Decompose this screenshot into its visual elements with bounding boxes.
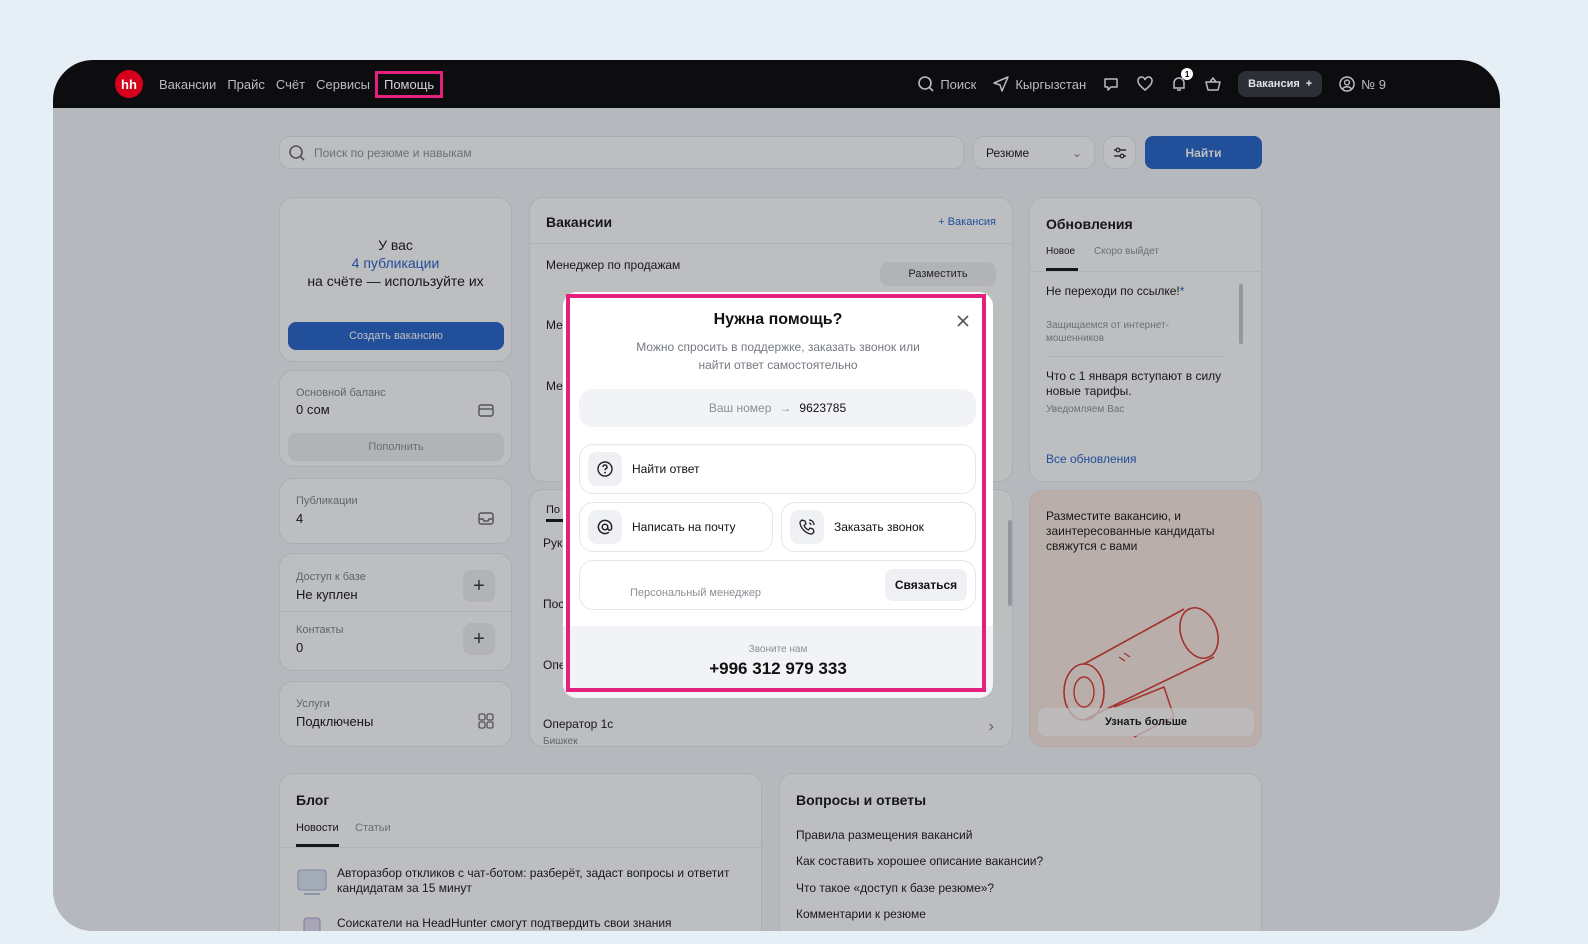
bell-icon[interactable]: 1 bbox=[1170, 68, 1194, 93]
find-answer-button[interactable]: Найти ответ bbox=[579, 444, 976, 494]
notification-badge: 1 bbox=[1181, 68, 1194, 80]
user-icon bbox=[1338, 75, 1356, 93]
nav-search-label: Поиск bbox=[940, 76, 977, 92]
modal-title: Нужна помощь? bbox=[713, 311, 843, 328]
nav-profile[interactable]: № 9 bbox=[1338, 75, 1386, 93]
question-circle-icon bbox=[588, 452, 622, 486]
cart-icon[interactable] bbox=[1204, 75, 1222, 93]
hotline-footer: Звоните нам +996 312 979 333 bbox=[563, 626, 993, 698]
arrow-right-icon: → bbox=[779, 401, 792, 415]
call-us-label: Звоните нам bbox=[748, 644, 808, 655]
main-nav: Вакансии Прайс Счёт Сервисы Помощь bbox=[159, 60, 444, 108]
close-icon[interactable] bbox=[955, 313, 971, 329]
nav-help[interactable]: Помощь bbox=[374, 70, 444, 98]
new-vacancy-label: Вакансия bbox=[1248, 78, 1300, 90]
email-support-button[interactable]: Написать на почту bbox=[579, 502, 773, 552]
email-label: Написать на почту bbox=[632, 520, 736, 534]
callback-label: Заказать звонок bbox=[834, 520, 924, 534]
top-navigation-bar: hh Вакансии Прайс Счёт Сервисы Помощь По… bbox=[53, 60, 1500, 108]
request-callback-button[interactable]: Заказать звонок bbox=[781, 502, 976, 552]
location-arrow-icon bbox=[992, 75, 1010, 93]
personal-manager-label: Персональный менеджер bbox=[630, 587, 762, 599]
search-icon bbox=[917, 75, 935, 93]
user-phone-row: Ваш номер → 9623785 bbox=[579, 389, 976, 427]
modal-subtitle: Можно спросить в поддержке, заказать зво… bbox=[636, 340, 920, 372]
right-nav: Поиск Кыргызстан 1 Вакансия + № 9 bbox=[917, 60, 1386, 108]
heart-icon[interactable] bbox=[1136, 75, 1154, 93]
personal-manager-row: Персональный менеджер Связаться bbox=[579, 560, 976, 610]
contact-manager-button[interactable]: Связаться bbox=[885, 569, 967, 601]
nav-account[interactable]: Счёт bbox=[276, 77, 305, 92]
phone-label: Ваш номер bbox=[708, 401, 772, 415]
plus-icon: + bbox=[1305, 78, 1313, 90]
help-modal: Нужна помощь? Можно спросить в поддержке… bbox=[563, 292, 993, 698]
nav-price[interactable]: Прайс bbox=[227, 77, 265, 92]
at-sign-icon bbox=[588, 510, 622, 544]
profile-label: № 9 bbox=[1361, 76, 1386, 92]
chat-icon[interactable] bbox=[1102, 75, 1120, 93]
hotline-number[interactable]: +996 312 979 333 bbox=[563, 659, 993, 679]
nav-services[interactable]: Сервисы bbox=[316, 77, 370, 92]
nav-vacancies[interactable]: Вакансии bbox=[159, 77, 216, 92]
phone-value: 9623785 bbox=[799, 401, 847, 415]
phone-call-icon bbox=[790, 510, 824, 544]
find-answer-label: Найти ответ bbox=[632, 462, 700, 476]
hh-logo[interactable]: hh bbox=[115, 70, 143, 98]
nav-region[interactable]: Кыргызстан bbox=[992, 75, 1086, 93]
nav-region-label: Кыргызстан bbox=[1015, 76, 1087, 92]
new-vacancy-button[interactable]: Вакансия + bbox=[1238, 71, 1323, 97]
nav-search[interactable]: Поиск bbox=[917, 75, 976, 93]
